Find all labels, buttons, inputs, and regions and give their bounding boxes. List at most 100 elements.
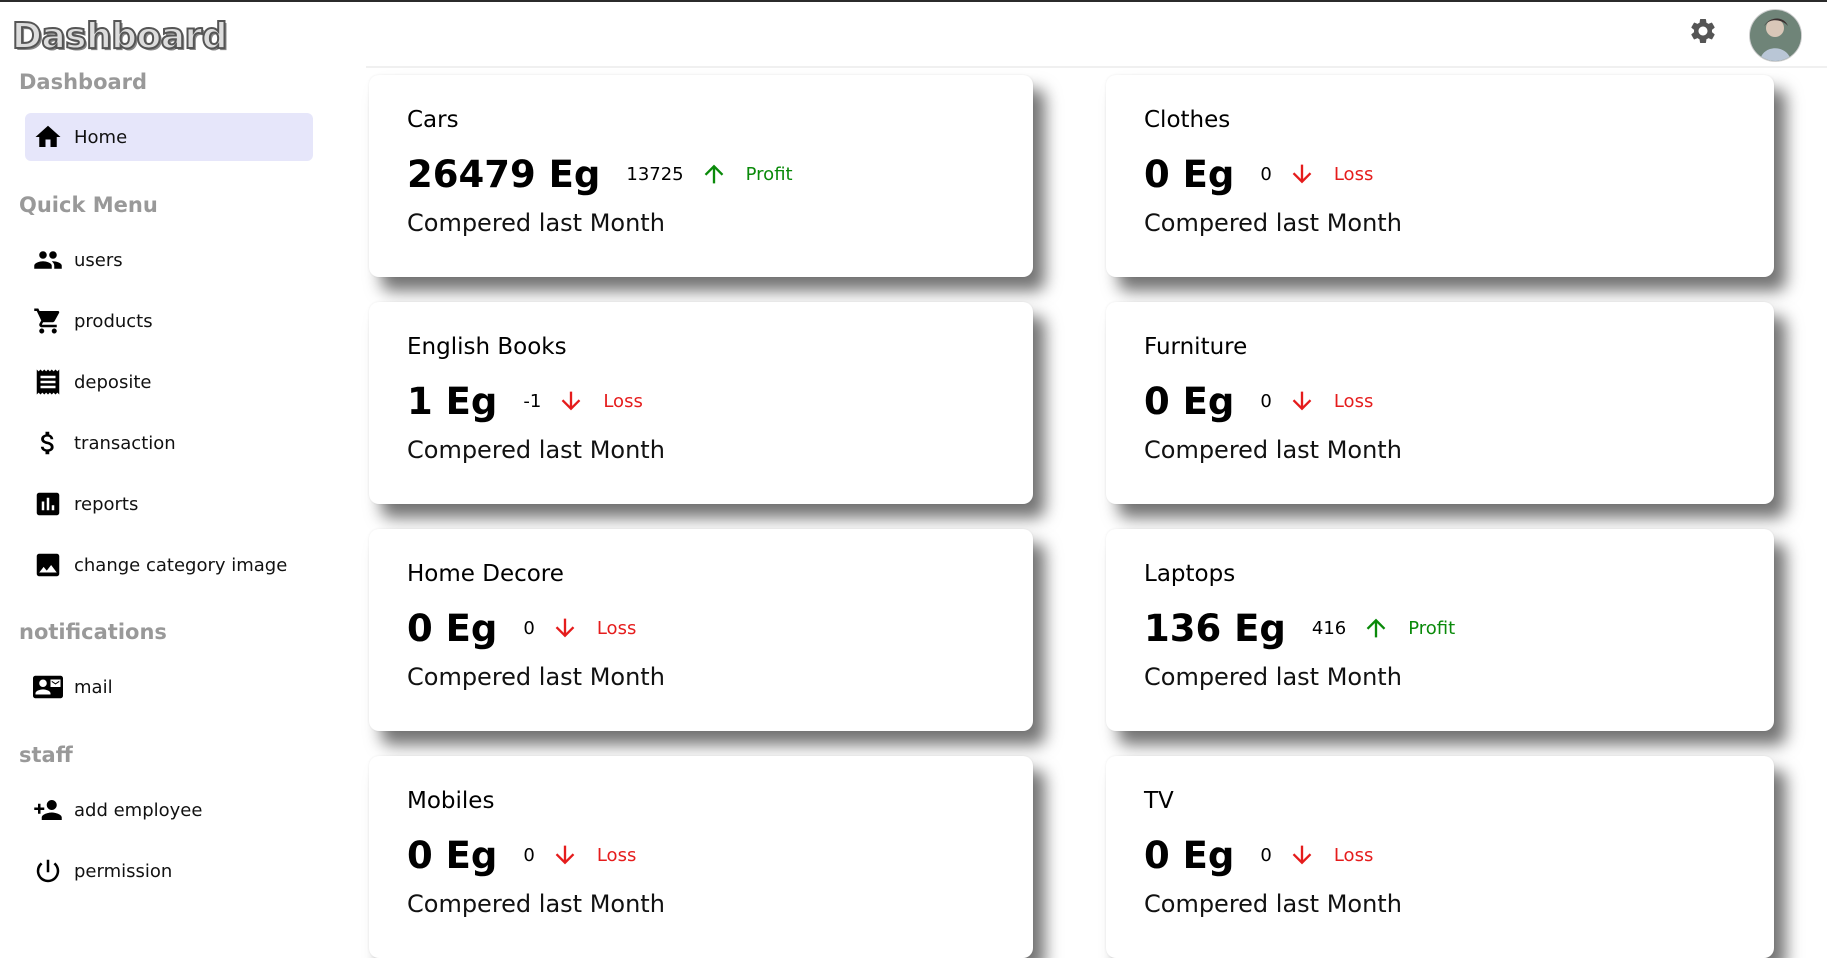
category-card: Furniture 0 Eg 0 Loss Compered last Mont…: [1106, 302, 1774, 504]
image-icon: [36, 553, 60, 577]
arrow-down-icon: [1292, 845, 1312, 865]
card-amount: 26479 Eg: [407, 152, 601, 196]
dollar-icon: [40, 431, 54, 455]
card-subtitle: Compered last Month: [407, 663, 665, 691]
card-stats: 0 Eg 0 Loss: [407, 830, 636, 880]
app-logo: Dashboard: [11, 15, 229, 58]
card-title: Home Decore: [407, 561, 564, 587]
card-stats: 0 Eg 0 Loss: [1144, 149, 1373, 199]
card-amount: 0 Eg: [407, 833, 498, 877]
sidebar-item-users[interactable]: users: [25, 236, 313, 284]
arrow-down-icon: [555, 618, 575, 638]
category-card: Home Decore 0 Eg 0 Loss Compered last Mo…: [369, 529, 1033, 731]
card-stats: 0 Eg 0 Loss: [407, 603, 636, 653]
card-subtitle: Compered last Month: [407, 209, 665, 237]
category-card: TV 0 Eg 0 Loss Compered last Month: [1106, 756, 1774, 958]
gear-icon[interactable]: [1688, 16, 1718, 46]
card-title: Mobiles: [407, 788, 495, 814]
sidebar-item-add-employee[interactable]: add employee: [25, 786, 313, 834]
sidebar-item-deposite[interactable]: deposite: [25, 358, 313, 406]
card-subtitle: Compered last Month: [407, 436, 665, 464]
sidebar-item-label: permission: [74, 860, 173, 882]
arrow-up-icon: [704, 164, 723, 184]
card-title: Cars: [407, 107, 459, 133]
card-amount: 0 Eg: [407, 606, 498, 650]
card-title: Furniture: [1144, 334, 1248, 360]
category-card: Clothes 0 Eg 0 Loss Compered last Month: [1106, 75, 1774, 277]
avatar-photo-icon: [1750, 10, 1801, 61]
card-status: Loss: [1333, 163, 1374, 185]
arrow-down-icon: [555, 845, 575, 865]
category-card: Laptops 136 Eg 416 Profit Compered last …: [1106, 529, 1774, 731]
card-diff: 0: [1260, 163, 1272, 185]
cart-icon: [34, 308, 60, 334]
sidebar-item-permission[interactable]: permission: [25, 847, 313, 895]
card-title: TV: [1144, 788, 1174, 814]
card-diff: 0: [523, 844, 535, 866]
card-diff: -1: [523, 390, 542, 412]
card-status: Profit: [1408, 617, 1456, 639]
arrow-down-icon: [1292, 164, 1312, 184]
card-amount: 0 Eg: [1144, 152, 1235, 196]
bar-chart-icon: [36, 492, 60, 516]
card-diff: 0: [523, 617, 535, 639]
receipt-icon: [36, 369, 60, 395]
sidebar-item-label: transaction: [74, 432, 176, 454]
card-subtitle: Compered last Month: [1144, 663, 1402, 691]
section-title-staff: staff: [19, 743, 73, 767]
sidebar-item-change-category-image[interactable]: change category image: [25, 541, 313, 589]
sidebar-item-label: users: [74, 249, 123, 271]
card-status: Loss: [596, 844, 637, 866]
arrow-down-icon: [1292, 391, 1312, 411]
card-diff: 416: [1311, 617, 1347, 639]
sidebar-item-home[interactable]: Home: [25, 113, 313, 161]
card-stats: 0 Eg 0 Loss: [1144, 376, 1373, 426]
card-title: Laptops: [1144, 561, 1236, 587]
sidebar-item-label: deposite: [74, 371, 152, 393]
card-stats: 26479 Eg 13725 Profit: [407, 149, 793, 199]
sidebar-item-label: reports: [74, 493, 139, 515]
card-status: Loss: [1333, 390, 1374, 412]
sidebar-item-label: mail: [74, 676, 113, 698]
card-status: Loss: [603, 390, 643, 412]
card-subtitle: Compered last Month: [1144, 209, 1402, 237]
header-divider: [366, 66, 1827, 68]
card-stats: 1 Eg -1 Loss: [407, 376, 643, 426]
card-amount: 0 Eg: [1144, 833, 1235, 877]
category-card: English Books 1 Eg -1 Loss Compered last…: [369, 302, 1033, 504]
card-amount: 136 Eg: [1144, 606, 1286, 650]
card-status: Profit: [745, 163, 793, 185]
card-amount: 0 Eg: [1144, 379, 1235, 423]
arrow-up-icon: [1366, 618, 1386, 638]
sidebar-item-reports[interactable]: reports: [25, 480, 313, 528]
card-subtitle: Compered last Month: [1144, 436, 1402, 464]
home-icon: [35, 125, 61, 147]
card-stats: 136 Eg 416 Profit: [1144, 603, 1455, 653]
sidebar-item-products[interactable]: products: [25, 297, 313, 345]
top-border: [0, 0, 1827, 2]
sidebar-item-mail[interactable]: mail: [25, 663, 313, 711]
section-title-quick-menu: Quick Menu: [19, 193, 158, 217]
card-stats: 0 Eg 0 Loss: [1144, 830, 1373, 880]
sidebar-item-transaction[interactable]: transaction: [25, 419, 313, 467]
card-subtitle: Compered last Month: [407, 890, 665, 918]
card-diff: 0: [1260, 390, 1272, 412]
card-title: English Books: [407, 334, 567, 360]
section-title-notifications: notifications: [19, 620, 167, 644]
sidebar-item-label: Home: [74, 126, 128, 148]
sidebar-item-label: products: [74, 310, 153, 332]
person-add-icon: [34, 800, 62, 820]
category-card: Cars 26479 Eg 13725 Profit Compered last…: [369, 75, 1033, 277]
card-amount: 1 Eg: [407, 379, 498, 423]
card-status: Loss: [596, 617, 637, 639]
card-diff: 13725: [626, 163, 684, 185]
sidebar-item-label: add employee: [74, 799, 203, 821]
contact-mail-icon: [33, 675, 63, 699]
user-avatar[interactable]: [1749, 9, 1802, 62]
card-subtitle: Compered last Month: [1144, 890, 1402, 918]
section-title-dashboard: Dashboard: [19, 70, 148, 94]
arrow-down-icon: [562, 391, 581, 411]
category-card: Mobiles 0 Eg 0 Loss Compered last Month: [369, 756, 1033, 958]
card-status: Loss: [1333, 844, 1374, 866]
power-icon: [36, 859, 60, 883]
